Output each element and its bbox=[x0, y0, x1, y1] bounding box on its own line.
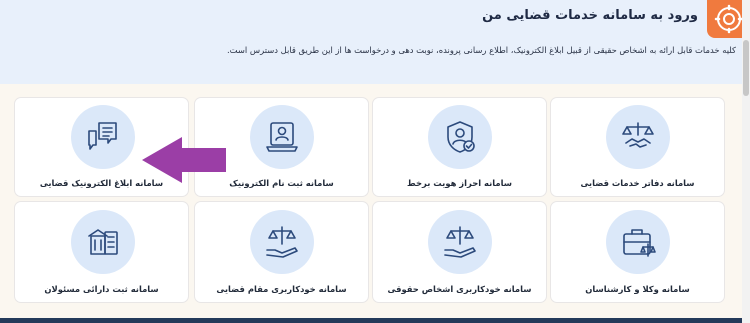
service-label: سامانه وکلا و کارشناسان bbox=[585, 284, 690, 294]
page-title: ورود به سامانه خدمات قضایی من bbox=[482, 8, 698, 23]
service-card-legal-entities[interactable]: سامانه خودکاربری اشخاص حقوقی bbox=[372, 201, 547, 303]
service-card-officials-assets[interactable]: سامانه ثبت دارائی مسئولان bbox=[14, 201, 189, 303]
scrollbar-thumb[interactable] bbox=[743, 40, 749, 96]
service-label: سامانه احراز هویت برخط bbox=[407, 178, 512, 188]
service-label: سامانه دفاتر خدمات قضایی bbox=[580, 178, 695, 188]
hand-scales-icon bbox=[250, 210, 314, 274]
briefcase-scales-icon bbox=[606, 210, 670, 274]
chat-bubbles-icon bbox=[71, 105, 135, 169]
service-card-judicial-authority[interactable]: سامانه خودکاربری مقام قضایی bbox=[194, 201, 369, 303]
service-label: سامانه خودکاربری مقام قضایی bbox=[216, 284, 347, 294]
service-card-judicial-offices[interactable]: سامانه دفاتر خدمات قضایی bbox=[550, 97, 725, 197]
service-label: سامانه خودکاربری اشخاص حقوقی bbox=[387, 284, 532, 294]
service-card-lawyers-experts[interactable]: سامانه وکلا و کارشناسان bbox=[550, 201, 725, 303]
service-card-online-identity[interactable]: سامانه احراز هویت برخط bbox=[372, 97, 547, 197]
handshake-scales-icon bbox=[606, 105, 670, 169]
gear-icon bbox=[714, 4, 743, 34]
building-checklist-icon bbox=[71, 210, 135, 274]
laptop-user-icon bbox=[250, 105, 314, 169]
page-description: کلیه خدمات قابل ارائه به اشخاص حقیقی از … bbox=[226, 45, 736, 55]
footer-bar bbox=[0, 318, 742, 323]
service-label: سامانه ثبت دارائی مسئولان bbox=[44, 284, 159, 294]
shield-user-icon bbox=[428, 105, 492, 169]
left-arrow-icon bbox=[142, 137, 226, 183]
hand-scales-icon bbox=[428, 210, 492, 274]
